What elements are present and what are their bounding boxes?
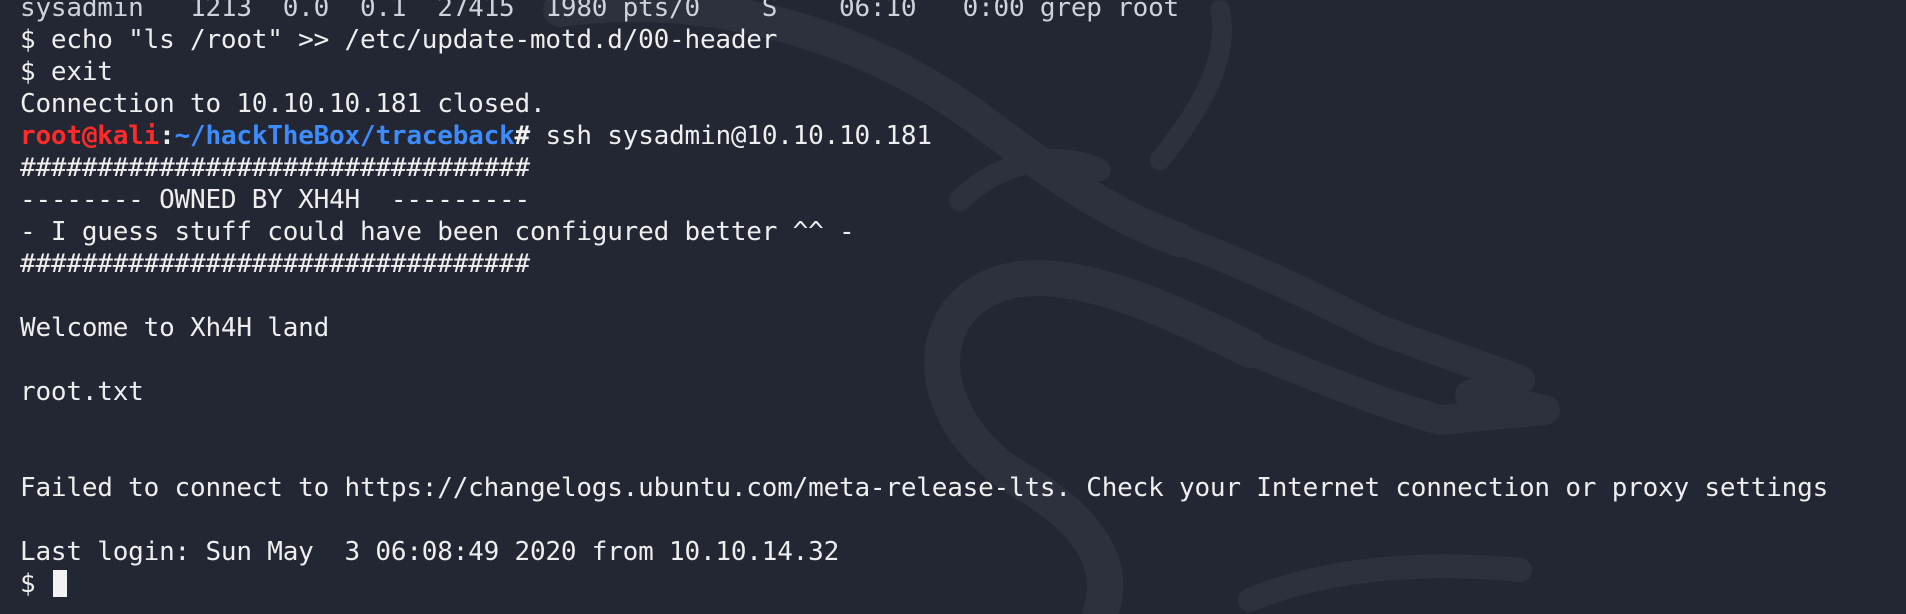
terminal-line: Last login: Sun May 3 06:08:49 2020 from… — [20, 537, 840, 567]
prompt-user-host: root@kali — [20, 121, 160, 151]
terminal-line: -------- OWNED BY XH4H --------- — [20, 185, 530, 215]
text-cursor[interactable] — [52, 570, 67, 597]
terminal-line: $ echo "ls /root" >> /etc/update-motd.d/… — [20, 25, 778, 55]
terminal-line: $ exit — [20, 57, 113, 87]
terminal-line: Failed to connect to https://changelogs.… — [20, 473, 1829, 503]
shell-prompt-line: root@kali:~/hackTheBox/traceback# ssh sy… — [20, 120, 1900, 152]
terminal-output: sysadmin 1213 0.0 0.1 27415 1980 pts/0 S… — [20, 0, 1900, 600]
terminal-line: root.txt — [20, 377, 144, 407]
prompt-symbol: # — [514, 121, 531, 151]
terminal-line: Welcome to Xh4H land — [20, 313, 330, 343]
prompt-path: ~/hackTheBox/traceback — [174, 121, 515, 151]
final-prompt: $ — [20, 569, 51, 599]
terminal-line: - I guess stuff could have been configur… — [20, 217, 855, 247]
terminal-line: sysadmin 1213 0.0 0.1 27415 1980 pts/0 S… — [20, 0, 1179, 23]
terminal-window[interactable]: sysadmin 1213 0.0 0.1 27415 1980 pts/0 S… — [0, 0, 1906, 614]
terminal-line: ################################# — [20, 153, 530, 183]
input-line[interactable]: $ — [20, 568, 1900, 600]
prompt-command: ssh sysadmin@10.10.10.181 — [530, 121, 932, 151]
terminal-line: Connection to 10.10.10.181 closed. — [20, 89, 546, 119]
terminal-line: ################################# — [20, 249, 530, 279]
prompt-separator: : — [159, 121, 175, 151]
